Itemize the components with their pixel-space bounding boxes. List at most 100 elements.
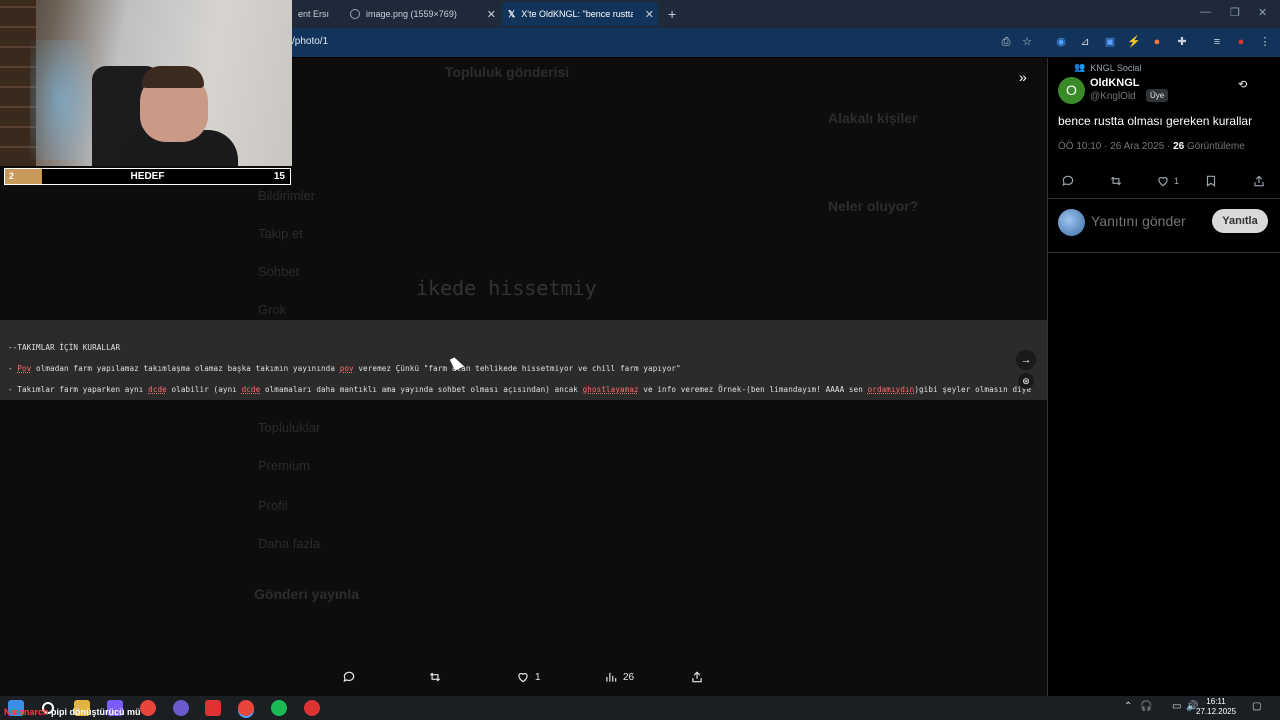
like-count: 1	[535, 671, 541, 683]
extension-icon[interactable]: ◉	[1054, 35, 1068, 49]
like-button[interactable]: 1	[516, 670, 541, 684]
menu-dots-icon[interactable]: ⋮	[1258, 35, 1272, 49]
post-meta: ÖÖ 10:10 · 26 Ara 2025 · 26 Görüntüleme	[1058, 141, 1245, 152]
reply-button[interactable]	[342, 670, 356, 684]
profile-icon[interactable]: ●	[1234, 35, 1248, 49]
page-header: Topluluk gönderisi	[445, 64, 570, 80]
reply-input[interactable]	[1091, 213, 1201, 229]
rules-title: --TAKIMLAR İÇİN KURALLAR	[8, 343, 121, 352]
grok-icon[interactable]: ⟲	[1238, 78, 1247, 91]
media-control-icon[interactable]: ≡	[1210, 35, 1224, 49]
divider	[1048, 198, 1280, 199]
bar-chart-icon	[606, 672, 617, 682]
close-icon[interactable]: ✕	[645, 8, 654, 21]
nav-item: Topluluklar	[258, 420, 321, 435]
new-tab-button[interactable]: +	[662, 2, 682, 26]
whats-happening-heading: Neler oluyor?	[828, 198, 919, 214]
nav-item: Sohbet	[258, 264, 300, 279]
display-name[interactable]: OldKNGL	[1090, 77, 1140, 89]
user-handle[interactable]: @KnglOld	[1090, 91, 1136, 102]
zoomed-text: ikede hissetmiy	[416, 276, 597, 300]
chat-ticker: Nmonarch pipi dönüştürücü mü	[4, 707, 141, 717]
related-people-heading: Alakalı kişiler	[828, 110, 918, 126]
rule-line-2: - Takımlar farm yaparken aynı dcde olabi…	[8, 385, 1032, 394]
nav-item: Premium	[258, 458, 311, 473]
taskbar	[0, 696, 1280, 720]
avatar[interactable]: O	[1058, 77, 1085, 104]
ambient-light	[30, 40, 90, 160]
image-viewer: --TAKIMLAR İÇİN KURALLAR - Pov olmadan f…	[0, 320, 1047, 400]
notification-icon[interactable]: ▢	[1252, 701, 1261, 712]
system-clock[interactable]: 16:11 27.12.2025	[1196, 697, 1236, 717]
share-button[interactable]	[690, 670, 704, 684]
tab-title: X'te OldKNGL: "bence rustta olı	[521, 9, 634, 19]
member-badge: Üye	[1146, 89, 1169, 102]
heart-icon	[518, 673, 528, 683]
share-icon	[1254, 175, 1264, 187]
extension-icon[interactable]: ⊿	[1078, 35, 1092, 49]
stream-goal-bar: 2 HEDEF 15	[4, 168, 291, 185]
reply-submit-button[interactable]: Yanıtla	[1212, 209, 1268, 233]
post-text: bence rustta olması gereken kurallar	[1058, 114, 1253, 128]
tab-title: ent Ersı	[298, 9, 330, 19]
post-detail-panel	[1047, 58, 1280, 696]
plus-icon: +	[668, 6, 677, 22]
nav-item: Bildirimler	[258, 188, 316, 203]
chrome-active-icon[interactable]	[238, 700, 254, 716]
bookmark-icon	[1206, 175, 1216, 187]
view-count: 26	[623, 671, 635, 683]
webcam-overlay	[0, 0, 292, 166]
goal-target: 15	[273, 171, 285, 182]
chrome-icon[interactable]	[140, 700, 156, 716]
nav-item: Profil	[258, 498, 288, 513]
views-button[interactable]: 26	[604, 670, 634, 684]
obs-icon[interactable]	[173, 700, 189, 716]
extension-icon[interactable]: ⚡	[1127, 35, 1141, 49]
streamer-hair	[142, 66, 204, 88]
like-button[interactable]: 1	[1156, 174, 1179, 188]
chevron-up-icon[interactable]: ⌃	[1124, 701, 1132, 712]
community-label[interactable]: 👥 KNGL Social	[1074, 62, 1141, 73]
bookmark-star-icon[interactable]: ☆	[1020, 35, 1034, 49]
tab-title: image.png (1559×769)	[366, 9, 457, 19]
extension-icon[interactable]: ▣	[1103, 35, 1117, 49]
collapse-panel-icon[interactable]: »	[1019, 69, 1027, 85]
share-icon	[692, 671, 702, 683]
tab-x-post[interactable]: 𝕏 X'te OldKNGL: "bence rustta olı ✕	[502, 2, 658, 26]
puzzle-icon[interactable]: ✚	[1175, 35, 1189, 49]
reply-icon	[1062, 175, 1074, 187]
post-button: Gönderi yayınla	[254, 586, 360, 602]
url-text[interactable]: /photo/1	[292, 36, 328, 47]
tab-previous[interactable]: ent Ersı	[292, 2, 344, 26]
headset-icon[interactable]: 🎧	[1140, 701, 1152, 712]
repost-button[interactable]	[428, 670, 442, 684]
close-icon[interactable]: ✕	[487, 8, 496, 21]
window-close-button[interactable]: ✕	[1258, 6, 1267, 19]
app-icon[interactable]	[304, 700, 320, 716]
grok-analyze-icon[interactable]: ⊛	[1018, 373, 1034, 389]
tab-image[interactable]: image.png (1559×769) ✕	[344, 2, 500, 26]
people-icon: 👥	[1074, 62, 1086, 72]
repost-icon	[1110, 176, 1122, 186]
spotify-icon[interactable]	[271, 700, 287, 716]
share-button[interactable]	[1252, 174, 1266, 188]
app-icon[interactable]	[205, 700, 221, 716]
next-image-button[interactable]: →	[1016, 350, 1036, 370]
maximize-button[interactable]: ❐	[1230, 6, 1240, 19]
minimize-button[interactable]: —	[1200, 6, 1211, 18]
extension-icon[interactable]: ●	[1150, 35, 1164, 49]
rule-line-1: - Pov olmadan farm yapılamaz takımlaşma …	[8, 364, 681, 373]
like-count: 1	[1174, 176, 1180, 186]
nav-item: Takip et	[258, 226, 303, 241]
heart-icon	[1158, 177, 1168, 187]
reply-button[interactable]	[1061, 174, 1075, 188]
network-icon[interactable]: ▭	[1172, 701, 1181, 712]
bookmark-button[interactable]	[1204, 174, 1218, 188]
nav-item: Daha fazla	[258, 536, 321, 551]
goal-label: HEDEF	[130, 171, 165, 182]
globe-icon	[350, 9, 360, 19]
avatar[interactable]	[1058, 209, 1085, 236]
repost-button[interactable]	[1109, 174, 1123, 188]
install-app-icon[interactable]: ⎙	[999, 35, 1013, 49]
nav-item: Grok	[258, 302, 287, 317]
